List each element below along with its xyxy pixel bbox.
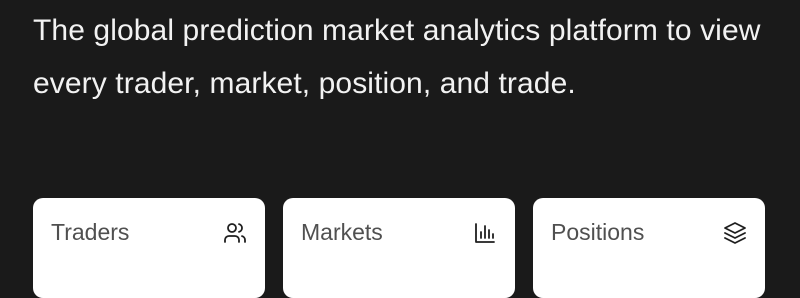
markets-card-label: Markets: [301, 219, 383, 245]
traders-card[interactable]: Traders: [33, 198, 265, 298]
positions-card-label: Positions: [551, 219, 645, 245]
markets-card[interactable]: Markets: [283, 198, 515, 298]
positions-card[interactable]: Positions: [533, 198, 765, 298]
bar-chart-icon: [473, 221, 497, 245]
traders-card-label: Traders: [51, 219, 130, 245]
hero-tagline: The global prediction market analytics p…: [33, 14, 761, 100]
users-icon: [223, 221, 247, 245]
layers-icon: [723, 221, 747, 245]
